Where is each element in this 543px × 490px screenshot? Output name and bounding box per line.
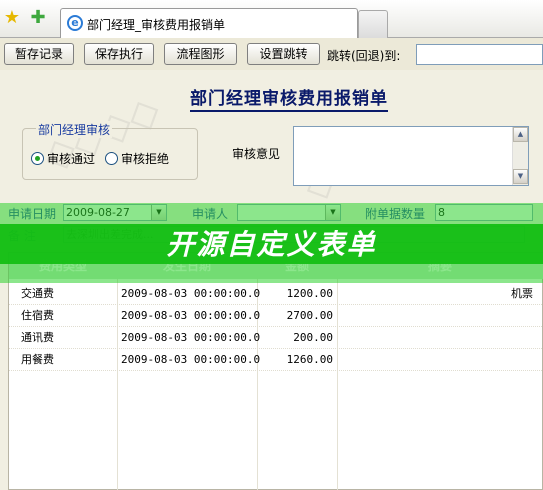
table-header: 费用类型 发生日期 金额 摘要 [9, 253, 543, 279]
radio-checked-icon [31, 152, 44, 165]
save-execute-button[interactable]: 保存执行 [84, 43, 154, 65]
header-amount[interactable]: 金额 [257, 253, 337, 279]
ie-icon: e [67, 15, 83, 31]
applicant-dropdown-icon[interactable]: ▼ [325, 205, 340, 220]
audit-reject-radio[interactable]: 审核拒绝 [105, 150, 169, 166]
flow-chart-button[interactable]: 流程图形 [164, 43, 237, 65]
apply-date-label: 申请日期 [8, 207, 57, 221]
set-jump-button[interactable]: 设置跳转 [247, 43, 320, 65]
table-row[interactable]: 交通费 2009-08-03 00:00:00.0 1200.00 机票 [9, 283, 543, 305]
favorites-star-icon[interactable]: ★ [3, 9, 21, 27]
date-dropdown-icon[interactable]: ▼ [151, 205, 166, 220]
table-row[interactable]: 通讯费 2009-08-03 00:00:00.0 200.00 [9, 327, 543, 349]
save-draft-button[interactable]: 暂存记录 [4, 43, 74, 65]
opinion-scrollbar[interactable]: ▲ ▼ [512, 127, 528, 185]
browser-tab-strip: ★ ✚ e 部门经理_审核费用报销单 [0, 0, 543, 38]
browser-tab[interactable]: e 部门经理_审核费用报销单 [60, 8, 358, 38]
header-expense-type[interactable]: 费用类型 [9, 253, 117, 279]
header-date[interactable]: 发生日期 [117, 253, 257, 279]
audit-group-label: 部门经理审核 [36, 121, 113, 138]
form-toolbar: 暂存记录 保存执行 流程图形 设置跳转 跳转(回退)到: [0, 38, 543, 70]
apply-date-field[interactable]: 2009-08-27 ▼ [63, 204, 167, 221]
attachments-field[interactable]: 8 [435, 204, 533, 221]
opinion-label: 审核意见 [232, 147, 281, 161]
radio-unchecked-icon [105, 152, 118, 165]
remark-field[interactable]: 去深圳出差完成... [63, 226, 525, 243]
attachments-label: 附单据数量 [365, 207, 426, 221]
add-favorite-icon[interactable]: ✚ [29, 9, 47, 27]
audit-approve-radio[interactable]: 审核通过 [31, 150, 95, 166]
opinion-textarea[interactable]: ▲ ▼ [293, 126, 529, 186]
jump-target-input[interactable] [416, 44, 543, 65]
applicant-label: 申请人 [192, 207, 229, 221]
remark-label: 备 注 [8, 229, 36, 243]
new-tab-button[interactable] [358, 10, 388, 38]
tab-title: 部门经理_审核费用报销单 [87, 18, 226, 32]
jump-label: 跳转(回退)到: [327, 49, 401, 63]
expense-table: 费用类型 发生日期 金额 摘要 交通费 2009-08-03 00:00:00.… [8, 252, 543, 490]
applicant-select[interactable]: ▼ [237, 204, 341, 221]
table-row[interactable]: 用餐费 2009-08-03 00:00:00.0 1260.00 [9, 349, 543, 371]
expense-form: ◇◇◇◇ ◇◇◇◇ 部门经理审核费用报销单 部门经理审核 审核通过 审核拒绝 审… [0, 70, 543, 490]
table-row[interactable]: 住宿费 2009-08-03 00:00:00.0 2700.00 [9, 305, 543, 327]
header-summary[interactable]: 摘要 [337, 253, 543, 279]
form-title: 部门经理审核费用报销单 [190, 84, 388, 112]
scroll-up-icon[interactable]: ▲ [513, 127, 528, 142]
scroll-down-icon[interactable]: ▼ [513, 169, 528, 184]
